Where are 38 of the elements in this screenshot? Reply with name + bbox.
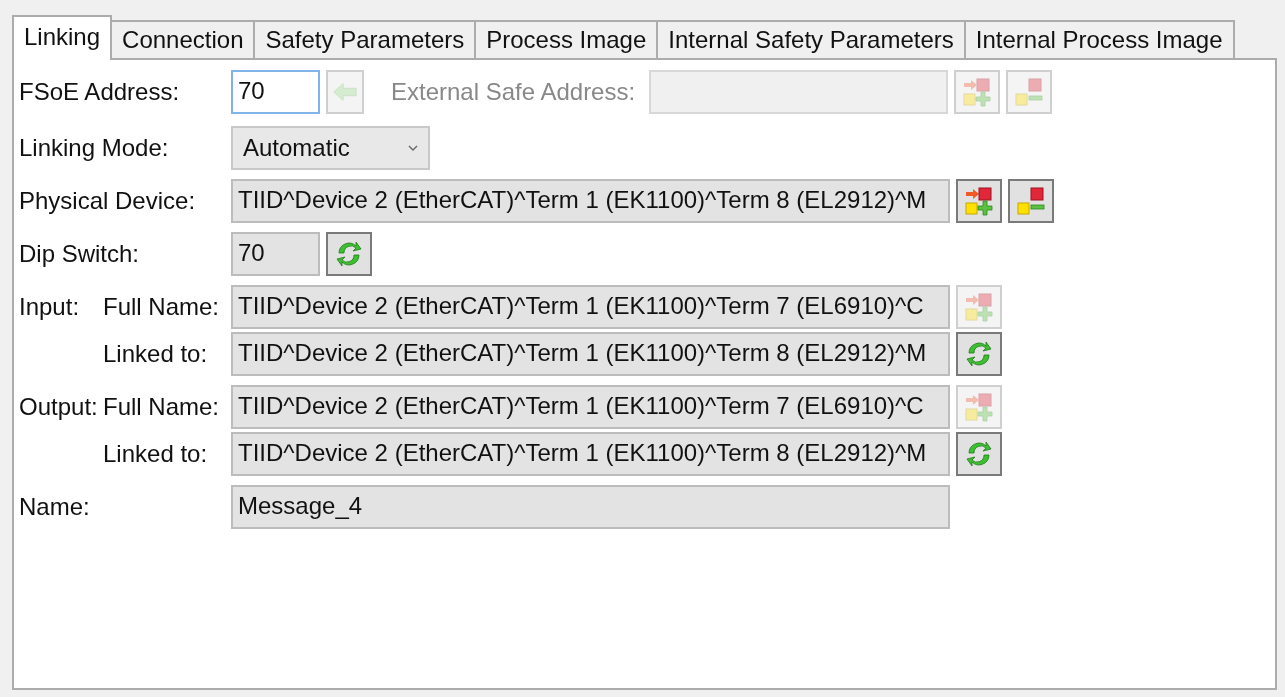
text-field[interactable]: TIID^Device 2 (EtherCAT)^Term 1 (EK1100)^Term 8 (EL2912)^M [231, 332, 950, 376]
chevron-down-icon [408, 144, 418, 152]
field-label: Linking Mode: [19, 134, 169, 162]
field-label: Physical Device: [19, 187, 196, 215]
text-field[interactable]: TIID^Device 2 (EtherCAT)^Term 1 (EK1100)^Term 7 (EL6910)^C [231, 385, 950, 429]
link-add-icon [964, 392, 994, 422]
link-add-icon [964, 292, 994, 322]
text-field[interactable]: TIID^Device 2 (EtherCAT)^Term 1 (EK1100)^Term 7 (EL6910)^C [231, 285, 950, 329]
link-add-button[interactable] [956, 179, 1002, 223]
tab[interactable]: Linking [12, 15, 113, 60]
field-label: Full Name: [103, 393, 220, 421]
field-label: Dip Switch: [19, 240, 140, 268]
field-label: Linked to: [103, 340, 208, 368]
field-label: Linked to: [103, 440, 208, 468]
refresh-button[interactable] [956, 432, 1002, 476]
link-add-icon [962, 77, 993, 107]
link-add-icon [964, 186, 994, 216]
link-remove-icon [1014, 77, 1045, 107]
text-field[interactable]: TIID^Device 2 (EtherCAT)^Term 1 (EK1100)^Term 8 (EL2912)^M [231, 179, 950, 223]
field-label: Full Name: [103, 293, 220, 321]
tab[interactable]: Internal Process Image [963, 20, 1235, 58]
refresh-icon [964, 339, 994, 369]
refresh-icon [334, 239, 364, 269]
link-remove-icon [1016, 186, 1046, 216]
group-label: Output: [19, 393, 99, 421]
refresh-button[interactable] [326, 232, 372, 276]
refresh-button[interactable] [956, 332, 1002, 376]
field-label: External Safe Address: [391, 78, 636, 106]
text-field[interactable]: Message_4 [231, 485, 950, 529]
dropdown[interactable]: Automatic [231, 126, 430, 170]
field-label: Name: [19, 493, 90, 521]
address-field[interactable]: 70 [231, 70, 320, 114]
refresh-icon [964, 439, 994, 469]
text-field[interactable]: TIID^Device 2 (EtherCAT)^Term 1 (EK1100)^Term 8 (EL2912)^M [231, 432, 950, 476]
group-label: Input: [19, 293, 81, 321]
text-field[interactable]: 70 [231, 232, 320, 276]
link-remove-button[interactable] [1008, 179, 1054, 223]
field-label: FSoE Address: [19, 78, 180, 106]
